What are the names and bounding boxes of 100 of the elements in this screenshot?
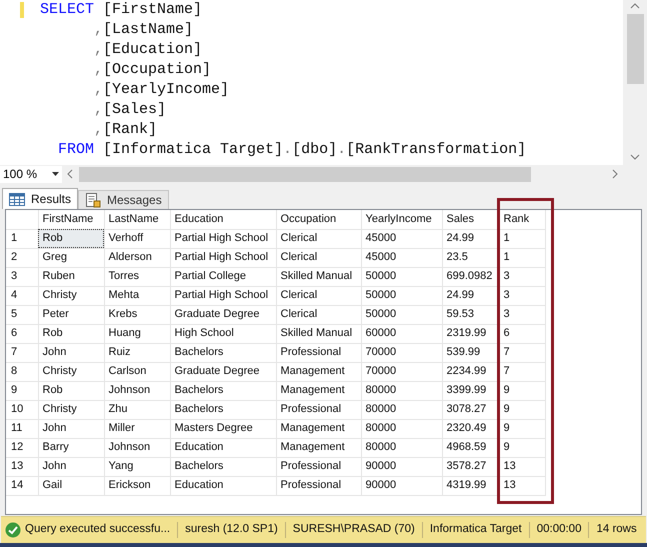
table-cell: Education <box>170 476 276 495</box>
row-number: 4 <box>6 286 38 305</box>
table-cell: 90000 <box>361 457 442 476</box>
table-cell: Verhoff <box>104 229 170 248</box>
table-cell: Bachelors <box>170 457 276 476</box>
table-cell: 59.53 <box>442 305 499 324</box>
table-cell: 13 <box>499 457 545 476</box>
table-cell: Skilled Manual <box>276 267 361 286</box>
row-number: 6 <box>6 324 38 343</box>
table-cell: Clerical <box>276 229 361 248</box>
table-cell: 90000 <box>361 476 442 495</box>
table-cell: Christy <box>38 286 104 305</box>
table-cell: 80000 <box>361 381 442 400</box>
table-cell: 80000 <box>361 419 442 438</box>
column-header[interactable]: Rank <box>499 210 545 229</box>
table-cell: Ruiz <box>104 343 170 362</box>
scroll-thumb[interactable] <box>626 14 644 84</box>
zoom-dropdown[interactable]: 100 % <box>0 166 62 182</box>
table-cell: 3 <box>499 305 545 324</box>
code-line: ,[LastName] <box>93 20 194 40</box>
success-icon <box>5 522 21 538</box>
table-cell: Management <box>276 419 361 438</box>
status-text: 00:00:00 <box>536 522 582 538</box>
table-cell: 9 <box>499 400 545 419</box>
table-cell: Clerical <box>276 305 361 324</box>
table-cell: Clerical <box>276 248 361 267</box>
status-text: SURESH\PRASAD (70) <box>292 522 415 538</box>
column-header[interactable]: LastName <box>104 210 170 229</box>
table-cell: Rob <box>38 229 104 248</box>
table-cell: Greg <box>38 248 104 267</box>
status-text: Query executed successfu... <box>25 522 170 538</box>
table-cell: 70000 <box>361 343 442 362</box>
table-cell: Yang <box>104 457 170 476</box>
table-cell: 50000 <box>361 305 442 324</box>
code-line: ,[Occupation] <box>93 60 212 80</box>
table-cell: Management <box>276 381 361 400</box>
table-cell: Christy <box>38 400 104 419</box>
row-number: 5 <box>6 305 38 324</box>
grid-icon <box>9 192 25 206</box>
table-cell: 7 <box>499 343 545 362</box>
table-cell: 80000 <box>361 400 442 419</box>
row-number: 13 <box>6 457 38 476</box>
column-header[interactable]: Occupation <box>276 210 361 229</box>
table-cell: Krebs <box>104 305 170 324</box>
table-cell: John <box>38 343 104 362</box>
code-line: FROM [Informatica Target].[dbo].[RankTransformation] <box>57 140 526 160</box>
table-cell: 45000 <box>361 248 442 267</box>
column-header[interactable]: YearlyIncome <box>361 210 442 229</box>
table-cell: 2319.99 <box>442 324 499 343</box>
table-cell: 45000 <box>361 229 442 248</box>
tab[interactable]: Messages <box>78 190 169 209</box>
table-cell: 9 <box>499 381 545 400</box>
table-cell: John <box>38 419 104 438</box>
table-cell: 3078.27 <box>442 400 499 419</box>
table-cell: 9 <box>499 438 545 457</box>
scroll-thumb[interactable] <box>79 166 531 182</box>
column-header[interactable]: Education <box>170 210 276 229</box>
table-cell: Carlson <box>104 362 170 381</box>
table-cell: 699.0982 <box>442 267 499 286</box>
table-cell: 4319.99 <box>442 476 499 495</box>
code-line: ,[YearlyIncome] <box>93 80 230 100</box>
table-cell: Erickson <box>104 476 170 495</box>
table-cell: 539.99 <box>442 343 499 362</box>
table-cell: 3 <box>499 286 545 305</box>
table-cell: 6 <box>499 324 545 343</box>
change-marker <box>20 2 24 18</box>
status-text: suresh (12.0 SP1) <box>185 522 278 538</box>
table-cell: Clerical <box>276 286 361 305</box>
table-cell: Bachelors <box>170 400 276 419</box>
row-number: 3 <box>6 267 38 286</box>
table-cell: Partial College <box>170 267 276 286</box>
table-cell: Masters Degree <box>170 419 276 438</box>
table-cell: Barry <box>38 438 104 457</box>
table-cell: Christy <box>38 362 104 381</box>
vertical-scrollbar[interactable] <box>623 0 647 165</box>
table-cell: 13 <box>499 476 545 495</box>
table-cell: Partial High School <box>170 248 276 267</box>
table-cell: 9 <box>499 419 545 438</box>
table-cell: Education <box>170 438 276 457</box>
table-cell: Johnson <box>104 381 170 400</box>
table-cell: Johnson <box>104 438 170 457</box>
column-header[interactable]: Sales <box>442 210 499 229</box>
table-cell: High School <box>170 324 276 343</box>
caret-icon <box>52 172 59 176</box>
code-line: ,[Sales] <box>93 100 166 120</box>
table-cell: Rob <box>38 324 104 343</box>
table-cell: Gail <box>38 476 104 495</box>
table-cell: 80000 <box>361 438 442 457</box>
table-cell: Partial High School <box>170 229 276 248</box>
table-cell: 2234.99 <box>442 362 499 381</box>
table-cell: Zhu <box>104 400 170 419</box>
table-cell: 1 <box>499 248 545 267</box>
table-cell: Rob <box>38 381 104 400</box>
table-cell: Bachelors <box>170 343 276 362</box>
table-cell: 50000 <box>361 267 442 286</box>
table-cell: Professional <box>276 400 361 419</box>
row-number: 8 <box>6 362 38 381</box>
tab[interactable]: Results <box>2 188 78 209</box>
code-line: ,[Education] <box>93 40 202 60</box>
table-cell: Huang <box>104 324 170 343</box>
